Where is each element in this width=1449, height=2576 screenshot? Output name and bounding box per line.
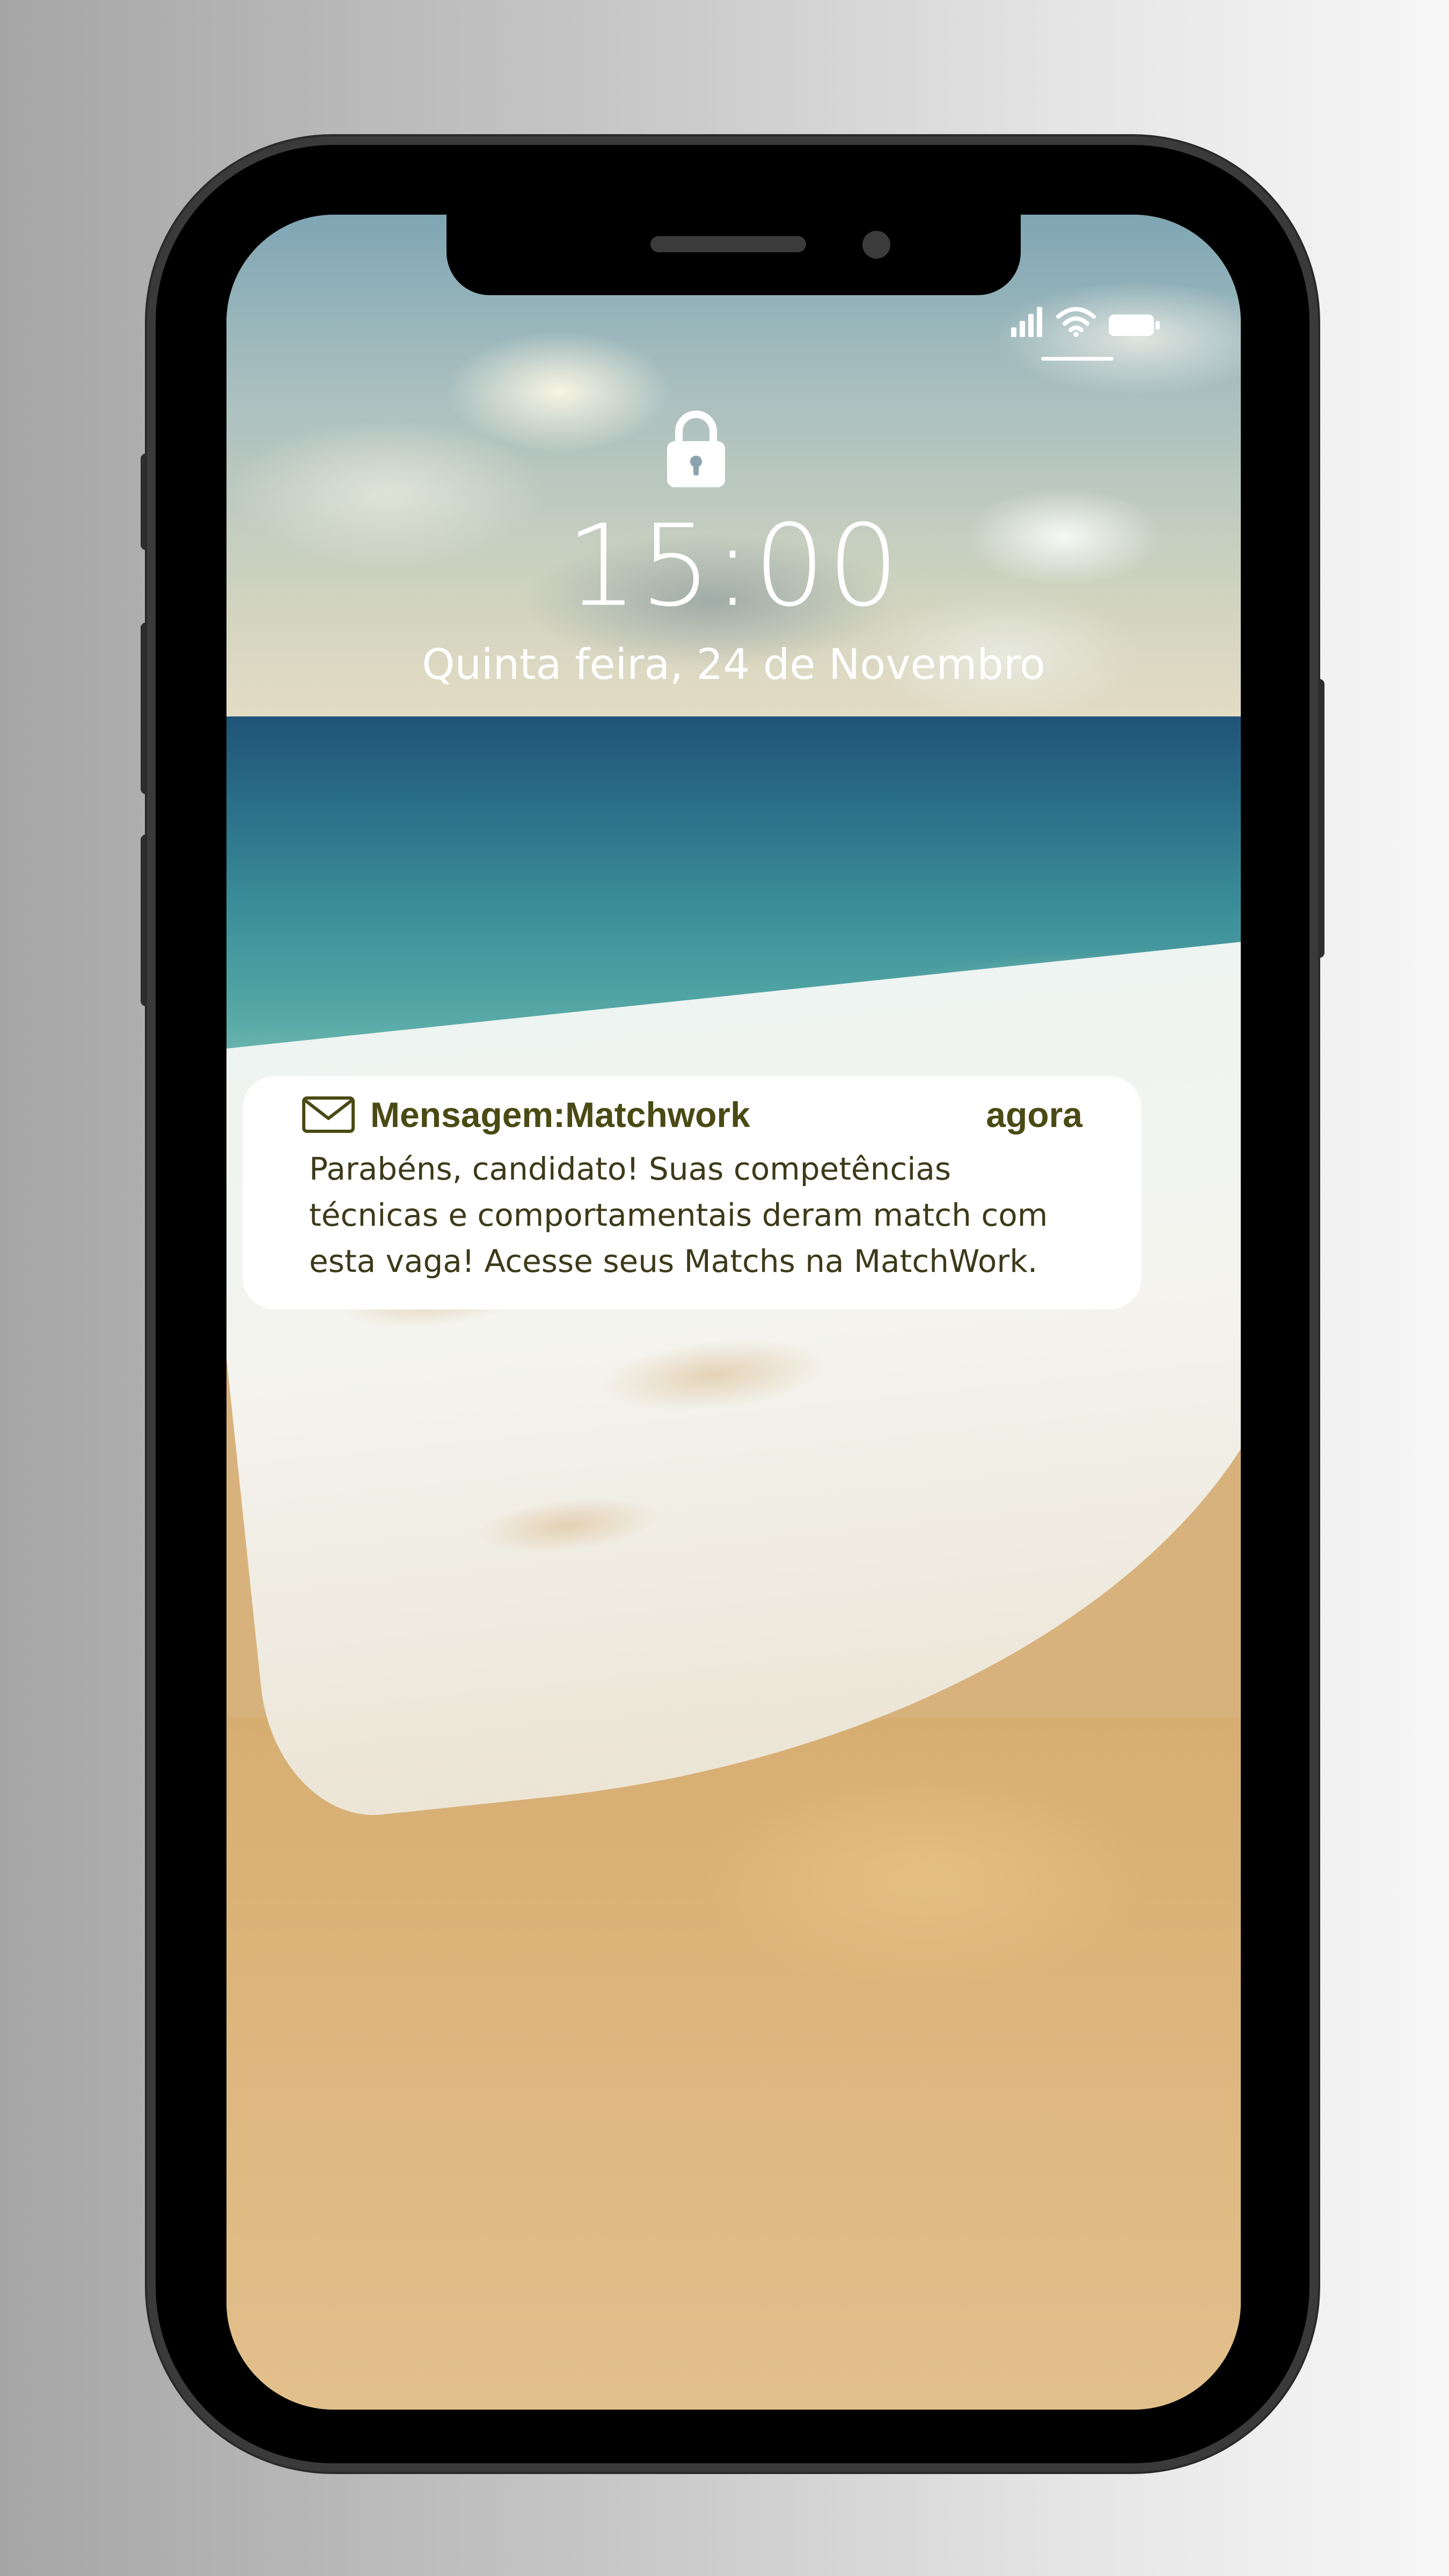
cellular-signal-icon	[1011, 307, 1042, 337]
volume-down-button[interactable]	[141, 835, 156, 1006]
lock-screen-date: Quinta feira, 24 de Novembro	[422, 641, 1045, 689]
notification-time: agora	[986, 1095, 1082, 1135]
notification-title: Mensagem:Matchwork	[370, 1095, 750, 1135]
battery-icon	[1109, 314, 1160, 336]
mute-switch[interactable]	[141, 453, 156, 550]
lock-screen-clock: 15:00	[566, 500, 902, 632]
earpiece-speaker	[650, 236, 806, 252]
wifi-icon	[1056, 307, 1096, 337]
notification-body: Parabéns, candidato! Suas competências t…	[309, 1151, 1048, 1279]
status-bar	[1011, 306, 1160, 337]
lock-icon	[667, 411, 725, 487]
front-camera	[862, 231, 890, 259]
volume-up-button[interactable]	[141, 623, 156, 794]
notch	[447, 215, 1021, 295]
mail-icon	[302, 1096, 355, 1133]
status-indicator-bar	[1041, 357, 1114, 361]
notification-card[interactable]: Mensagem:Matchwork agora Parabéns, candi…	[243, 1076, 1141, 1309]
power-button[interactable]	[1309, 679, 1324, 958]
notification-header: Mensagem:Matchwork agora	[302, 1088, 1082, 1141]
wallpaper-foam	[226, 939, 1241, 1826]
wallpaper-sand	[226, 1717, 1241, 2410]
lock-screen: 15:00 Quinta feira, 24 de Novembro Mensa…	[226, 215, 1241, 2410]
